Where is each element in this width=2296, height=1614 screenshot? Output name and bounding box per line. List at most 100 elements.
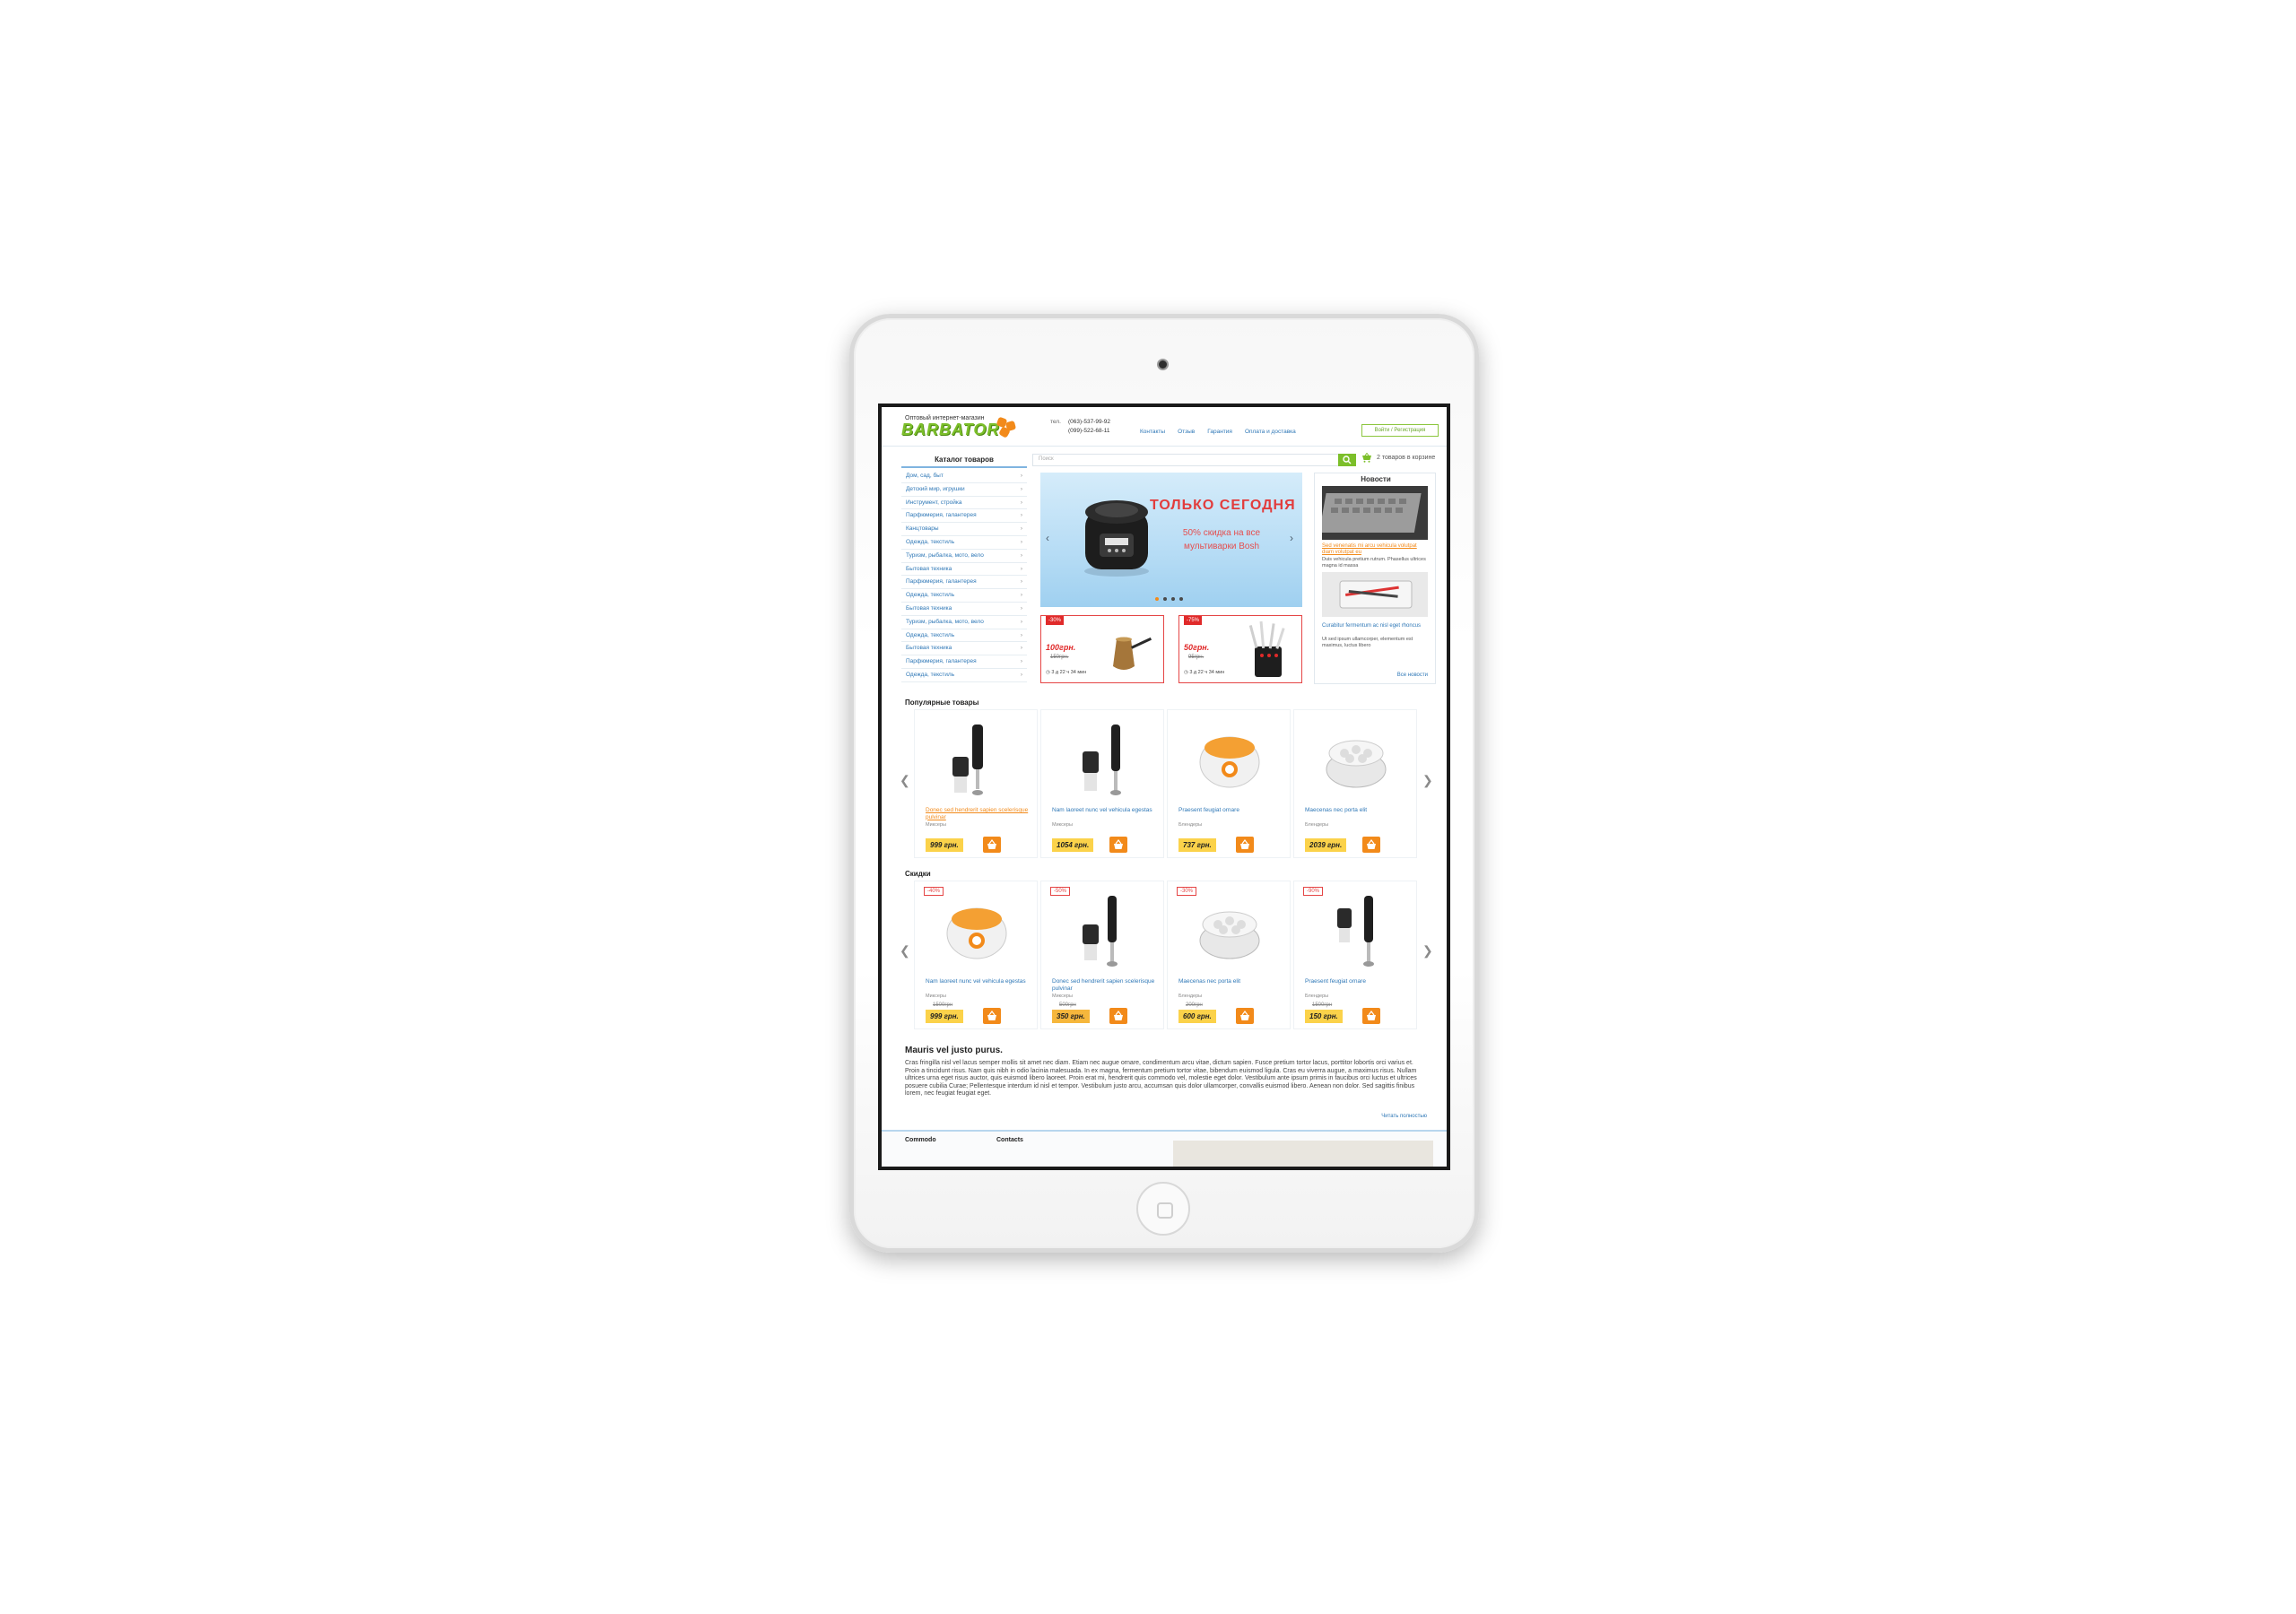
home-button[interactable] [1136, 1182, 1190, 1236]
yogurt-maker-icon [1199, 736, 1260, 788]
product-price: 600 грн. [1178, 1010, 1216, 1023]
sidebar-item-label: Туризм, рыбалка, мото, вело [906, 551, 984, 559]
news-image[interactable] [1322, 572, 1428, 617]
product-name[interactable]: Praesent feugiat ornare [1178, 807, 1283, 814]
product-card[interactable]: Maecenas nec porta elit Блендеры 2039 гр… [1293, 709, 1417, 858]
add-to-cart-button[interactable] [1362, 837, 1380, 853]
nav-contacts[interactable]: Контакты [1140, 429, 1165, 435]
search-button[interactable] [1338, 454, 1356, 466]
product-name[interactable]: Donec sed hendrerit sapien scelerisque p… [926, 807, 1030, 820]
login-button[interactable]: Войти / Регистрация [1361, 424, 1439, 437]
logo-mark-icon [996, 416, 1017, 438]
carousel-prev-icon[interactable]: ❮ [900, 773, 910, 788]
product-card[interactable]: Praesent feugiat ornare Блендеры 737 грн… [1167, 709, 1291, 858]
news-block: Новости Sed venenatis mi arcu vehicula v… [1314, 473, 1436, 684]
product-card[interactable]: -30% Maecenas nec porta elit Блендеры 20… [1167, 881, 1291, 1029]
sidebar-item[interactable]: Парфюмерия, галантерея › [901, 655, 1027, 669]
sidebar-item[interactable]: Бытовая техника › [901, 603, 1027, 616]
sidebar-item-label: Дом, сад, быт [906, 473, 944, 479]
product-price: 1054 грн. [1052, 838, 1094, 852]
sidebar-item-label: Одежда, текстиль [906, 671, 955, 678]
product-name[interactable]: Maecenas nec porta elit [1305, 807, 1409, 814]
product-name[interactable]: Maecenas nec porta elit [1178, 978, 1283, 985]
sidebar-item[interactable]: Одежда, текстиль › [901, 629, 1027, 643]
product-card[interactable]: Nam laoreet nunc vel vehicula egestas Ми… [1040, 709, 1164, 858]
sidebar-item-label: Бытовая техника [906, 645, 952, 652]
product-card[interactable]: Donec sed hendrerit sapien scelerisque p… [914, 709, 1038, 858]
sidebar-item[interactable]: Одежда, текстиль › [901, 669, 1027, 682]
timer-text: 3 д 22 ч 34 мин [1051, 670, 1087, 675]
logo[interactable]: BARBATOR [901, 421, 999, 439]
slide-dot[interactable] [1179, 597, 1183, 601]
catalog-title: Каталог товаров [901, 452, 1027, 468]
product-category: Блендеры [1178, 822, 1203, 828]
product-card[interactable]: -90% Praesent feugiat ornare Блендеры 15… [1293, 881, 1417, 1029]
news-link[interactable]: Sed venenatis mi arcu vehicula volutpat … [1322, 543, 1430, 556]
promo-card[interactable]: -75% 50грн. 95грн. ◷ 3 д 22 ч 34 мин [1178, 615, 1302, 683]
banner-next-arrow-icon[interactable]: › [1290, 532, 1293, 544]
add-to-cart-button[interactable] [983, 1008, 1001, 1024]
promo-card[interactable]: -30% 100грн. 150грн. ◷ 3 д 22 ч 34 мин [1040, 615, 1164, 683]
add-to-cart-button[interactable] [1236, 837, 1254, 853]
sidebar-item[interactable]: Инструмент, стройка › [901, 497, 1027, 510]
news-link[interactable]: Curabitur fermentum ac nisl eget rhoncus [1322, 623, 1430, 629]
carousel-next-icon[interactable]: ❯ [1422, 773, 1433, 788]
slide-dot[interactable] [1171, 597, 1175, 601]
camera-icon [1157, 359, 1169, 370]
product-old-price: 1500грн [1312, 1002, 1333, 1008]
banner-title: ТОЛЬКО СЕГОДНЯ [1150, 498, 1296, 513]
sidebar-item[interactable]: Туризм, рыбалка, мото, вело › [901, 550, 1027, 563]
read-more-link[interactable]: Читать полностью [1381, 1114, 1427, 1119]
nav-reviews[interactable]: Отзыв [1178, 429, 1195, 435]
news-image[interactable] [1322, 486, 1428, 540]
sidebar-item[interactable]: Одежда, текстиль › [901, 536, 1027, 550]
sidebar-item[interactable]: Бытовая техника › [901, 563, 1027, 577]
chevron-right-icon: › [1020, 604, 1022, 612]
sidebar-item[interactable]: Туризм, рыбалка, мото, вело › [901, 616, 1027, 629]
phone-1[interactable]: (063)-537-99-92 [1068, 418, 1110, 427]
sidebar-item[interactable]: Дом, сад, быт › [901, 470, 1027, 483]
search-icon [1343, 456, 1352, 464]
sidebar-item-label: Одежда, текстиль [906, 631, 955, 638]
nav-payment-delivery[interactable]: Оплата и доставка [1245, 429, 1296, 435]
sidebar-item[interactable]: Детский мир, игрушки › [901, 483, 1027, 497]
add-to-cart-button[interactable] [983, 837, 1001, 853]
nav-warranty[interactable]: Гарантия [1207, 429, 1232, 435]
search-input[interactable]: Поиск [1032, 454, 1356, 466]
add-to-cart-button[interactable] [1109, 837, 1127, 853]
footer-map[interactable] [1173, 1141, 1433, 1167]
add-to-cart-button[interactable] [1236, 1008, 1254, 1024]
product-name[interactable]: Donec sed hendrerit sapien scelerisque p… [1052, 978, 1156, 992]
banner-prev-arrow-icon[interactable]: ‹ [1046, 532, 1049, 544]
all-news-link[interactable]: Все новости [1397, 672, 1428, 678]
chevron-right-icon: › [1020, 473, 1022, 479]
cart-summary[interactable]: 2 товаров в корзине [1361, 453, 1435, 463]
carousel-next-icon[interactable]: ❯ [1422, 943, 1433, 959]
product-name[interactable]: Nam laoreet nunc vel vehicula egestas [926, 978, 1030, 985]
product-name[interactable]: Praesent feugiat ornare [1305, 978, 1409, 985]
add-to-cart-button[interactable] [1109, 1008, 1127, 1024]
site-header: Оптовый интернет-магазин BARBATOR тел. (… [882, 407, 1447, 447]
multicooker-icon [1084, 500, 1149, 577]
sidebar-item[interactable]: Бытовая техника › [901, 642, 1027, 656]
blender-icon [1083, 725, 1121, 795]
sidebar-item[interactable]: Одежда, текстиль › [901, 589, 1027, 603]
sidebar-item[interactable]: Парфюмерия, галантерея › [901, 509, 1027, 524]
basket-icon [1240, 1011, 1249, 1020]
add-to-cart-button[interactable] [1362, 1008, 1380, 1024]
product-category: Блендеры [1178, 994, 1203, 999]
phone-2[interactable]: (099)-522-68-11 [1068, 427, 1110, 436]
hero-banner[interactable]: ТОЛЬКО СЕГОДНЯ 50% скидка на все мультив… [1040, 473, 1302, 607]
sidebar-item[interactable]: Парфюмерия, галантерея › [901, 576, 1027, 590]
chevron-right-icon: › [1020, 592, 1022, 599]
product-name[interactable]: Nam laoreet nunc vel vehicula egestas [1052, 807, 1156, 814]
sidebar-item-label: Одежда, текстиль [906, 592, 955, 599]
sidebar-item[interactable]: Канцтовары › [901, 523, 1027, 536]
carousel-prev-icon[interactable]: ❮ [900, 943, 910, 959]
chevron-right-icon: › [1020, 618, 1022, 625]
search-placeholder: Поиск [1039, 456, 1054, 462]
product-card[interactable]: -40% Nam laoreet nunc vel vehicula egest… [914, 881, 1038, 1029]
slide-dot[interactable] [1163, 597, 1167, 601]
product-card[interactable]: -50% Donec sed hendrerit sapien sceleris… [1040, 881, 1164, 1029]
slide-dot[interactable] [1155, 597, 1159, 601]
